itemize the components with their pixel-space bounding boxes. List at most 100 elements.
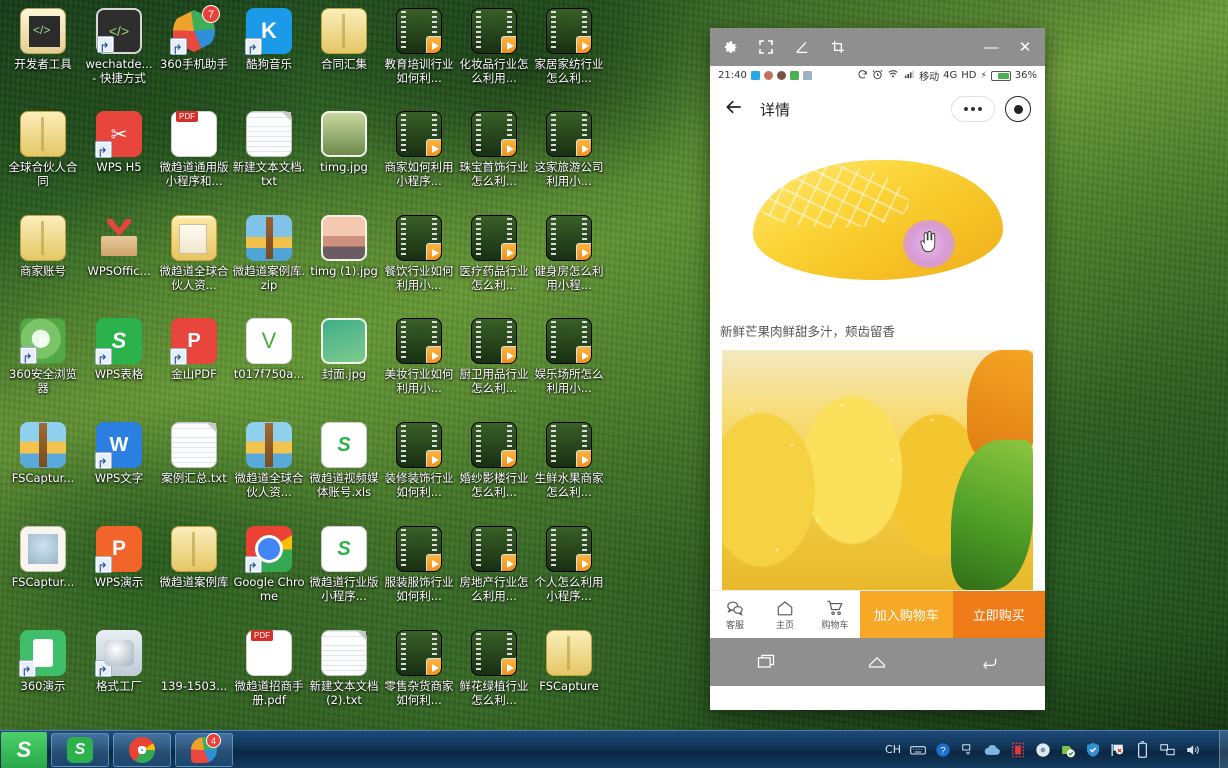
desktop-icon[interactable]: 鲜花绿植行业怎么利... [457,630,531,707]
devtool-icon: </> [20,8,66,54]
settings-icon[interactable] [720,37,740,57]
desktop-icon[interactable]: 服装服饰行业如何利... [382,526,456,603]
desktop-icon[interactable]: ✂ WPS H5 [82,111,156,175]
recorder-icon[interactable] [1009,741,1026,758]
desktop-icon[interactable]: FSCapture [532,630,606,694]
desktop-icon[interactable]: 微趋道案例库 [157,526,231,590]
desktop-icon[interactable]: 商家如何利用小程序... [382,111,456,188]
desktop-icon[interactable]: FSCaptur... [6,422,80,486]
flag-warning-icon[interactable] [1109,741,1126,758]
keyboard-icon[interactable] [909,741,926,758]
add-to-cart-button[interactable]: 加入购物车 [860,591,953,638]
desktop-icon[interactable]: 微趋道招商手册.pdf [232,630,306,707]
wps-presentation-icon: P [95,526,142,573]
buy-now-button[interactable]: 立即购买 [952,591,1045,638]
start-button[interactable]: S [1,731,47,768]
desktop-icon[interactable]: 这家旅游公司利用小... [532,111,606,188]
desktop-icon-grid: </> 开发者工具 </> wechatde... - 快捷方式 7 360手机助手 K 酷狗… [0,0,640,740]
more-dots-icon[interactable] [951,96,995,122]
shield-icon[interactable] [1084,741,1101,758]
ime-indicator[interactable]: CH [885,743,901,756]
help-icon[interactable]: ? [934,741,951,758]
back-key[interactable] [969,647,1009,677]
draw-icon[interactable] [792,37,812,57]
desktop-icon[interactable]: 零售杂货商家如何利... [382,630,456,707]
desktop-icon[interactable]: 健身房怎么利用小程... [532,215,606,292]
desktop-icon[interactable]: 装修装饰行业如何利... [382,422,456,499]
desktop-icon[interactable]: 新建文本文档.txt [232,111,306,188]
desktop-icon[interactable]: 教育培训行业如何利... [382,8,456,85]
show-desktop-button[interactable] [1219,730,1228,768]
desktop-icon[interactable]: P WPS演示 [82,526,156,590]
desktop-icon[interactable]: 医疗药品行业怎么利... [457,215,531,292]
desktop-icon-label: wechatde... - 快捷方式 [85,58,153,85]
text-file-icon [246,111,292,157]
desktop-icon[interactable]: 商家账号 [6,215,80,279]
desktop-icon[interactable]: 美妆行业如何利用小... [382,318,456,395]
desktop-icon[interactable]: P 金山PDF [157,318,231,382]
play-badge-icon [576,450,591,467]
desktop-icon[interactable]: S 微趋道行业版小程序... [307,526,381,603]
desktop-icon[interactable]: timg.jpg [307,111,381,175]
network-icon[interactable] [1159,741,1176,758]
home-key[interactable] [857,647,897,677]
phone-mirror-window[interactable]: — ✕ 21:40 移动 4G HD ⚡ 36% 详情 新鲜芒果肉鲜甜多汁，颊齿… [710,28,1045,710]
close-button[interactable]: ✕ [1015,37,1035,57]
cloud-icon[interactable] [984,741,1001,758]
download-ok-icon[interactable] [1059,741,1076,758]
taskbar-wps-spreadsheet[interactable]: S [51,732,109,767]
volume-icon[interactable] [1184,741,1201,758]
desktop-icon[interactable]: 房地产行业怎么利用... [457,526,531,603]
desktop-icon[interactable]: 微趋道全球合伙人资... [157,215,231,292]
crop-icon[interactable] [828,37,848,57]
desktop-icon[interactable]: 家居家纺行业怎么利... [532,8,606,85]
minimize-button[interactable]: — [981,37,1001,57]
desktop-icon[interactable]: 格式工厂 [82,630,156,694]
desktop-icon[interactable]: 微趋道全球合伙人资... [232,422,306,499]
status-app-icon-2 [789,71,799,80]
desktop-icon[interactable]: Google Chrome [232,526,306,603]
desktop-icon[interactable]: 微趋道案例库.zip [232,215,306,292]
battery-icon[interactable] [1134,741,1151,758]
desktop-icon[interactable]: 139-1503... [157,630,231,694]
desktop-icon[interactable]: S WPS表格 [82,318,156,382]
action-service[interactable]: 客服 [710,591,760,638]
desktop-icon[interactable]: FSCaptur... [6,526,80,590]
desktop-icon[interactable]: 案例汇总.txt [157,422,231,486]
desktop-icon[interactable]: timg (1).jpg [307,215,381,279]
desktop-icon[interactable]: 微趋道通用版小程序和... [157,111,231,188]
target-icon[interactable] [1005,96,1031,122]
action-cart[interactable]: 购物车 [810,591,860,638]
desktop-icon[interactable]: 封面.jpg [307,318,381,382]
overflow-icon[interactable] [959,741,976,758]
disc-icon[interactable] [1034,741,1051,758]
desktop-icon[interactable]: WPSOffic... [82,215,156,279]
desktop-icon[interactable]: 合同汇集 [307,8,381,72]
desktop-icon[interactable]: W WPS文字 [82,422,156,486]
desktop-icon[interactable]: 厨卫用品行业怎么利... [457,318,531,395]
fullscreen-icon[interactable] [756,37,776,57]
recents-key[interactable] [746,647,786,677]
action-home[interactable]: 主页 [760,591,810,638]
desktop-icon[interactable]: 个人怎么利用小程序... [532,526,606,603]
desktop-icon[interactable]: 珠宝首饰行业怎么利... [457,111,531,188]
desktop-icon[interactable]: </> 开发者工具 [6,8,80,72]
desktop-icon[interactable]: 360演示 [6,630,80,694]
desktop-icon[interactable]: Vt017f750a... [232,318,306,382]
taskbar-chrome[interactable] [113,732,171,767]
desktop-icon[interactable]: K 酷狗音乐 [232,8,306,72]
desktop-icon[interactable]: e 360安全浏览器 [6,318,80,395]
desktop-icon[interactable]: 婚纱影楼行业怎么利... [457,422,531,499]
desktop-icon[interactable]: 生鲜水果商家怎么利... [532,422,606,499]
desktop-icon[interactable]: S 微趋道视频媒体账号.xls [307,422,381,499]
desktop-icon[interactable]: 餐饮行业如何利用小... [382,215,456,292]
back-arrow-icon[interactable] [724,97,744,122]
desktop-icon-label: WPS文字 [94,472,144,485]
desktop-icon[interactable]: 娱乐场所怎么利用小... [532,318,606,395]
desktop-icon[interactable]: 全球合伙人合同 [6,111,80,188]
taskbar-360[interactable]: 4 [175,732,233,767]
desktop-icon[interactable]: 7 360手机助手 [157,5,231,72]
desktop-icon[interactable]: 新建文本文档 (2).txt [307,630,381,707]
desktop-icon[interactable]: </> wechatde... - 快捷方式 [82,8,156,85]
desktop-icon[interactable]: 化妆品行业怎么利用... [457,8,531,85]
